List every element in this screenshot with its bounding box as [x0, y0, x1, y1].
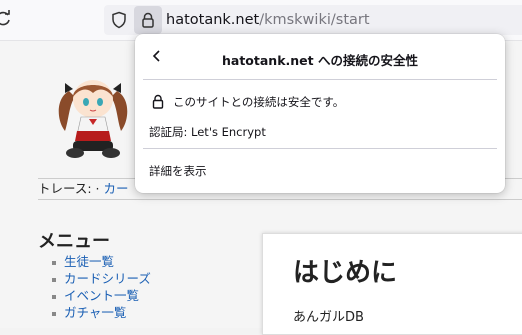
- divider: [143, 79, 497, 80]
- more-info-button[interactable]: 詳細を表示: [149, 163, 207, 179]
- trace-label: トレース: ·: [38, 181, 100, 196]
- shield-icon[interactable]: [110, 11, 128, 29]
- site-security-button[interactable]: [134, 6, 162, 34]
- url-host: hatotank.net: [166, 12, 260, 28]
- site-logo-character[interactable]: [55, 69, 131, 161]
- main-content: はじめに あんガルDB: [262, 233, 522, 335]
- intro-text: あんガルDB: [293, 310, 364, 325]
- trace-link[interactable]: カー: [104, 181, 129, 196]
- panel-title: hatotank.net への接続の安全性: [222, 53, 418, 68]
- secure-message: このサイトとの接続は安全です。: [173, 95, 345, 109]
- menu-title: メニュー: [38, 231, 110, 252]
- menu-item-events[interactable]: イベント一覧: [52, 287, 151, 304]
- connection-security-panel: hatotank.net への接続の安全性 このサイトとの接続は安全です。 認証…: [135, 34, 505, 193]
- menu-item-students[interactable]: 生徒一覧: [52, 253, 151, 270]
- url-text[interactable]: hatotank.net/kmskwiki/start: [166, 11, 370, 29]
- menu-item-card-series[interactable]: カードシリーズ: [52, 270, 151, 287]
- url-path: /kmskwiki/start: [259, 12, 370, 28]
- reload-icon[interactable]: [0, 8, 14, 30]
- menu-list: 生徒一覧 カードシリーズ イベント一覧 ガチャ一覧: [52, 253, 151, 321]
- divider: [143, 148, 497, 149]
- page-title: はじめに: [293, 258, 398, 288]
- lock-icon: [142, 12, 154, 28]
- address-bar[interactable]: hatotank.net/kmskwiki/start: [104, 5, 522, 35]
- menu-item-gacha[interactable]: ガチャ一覧: [52, 304, 151, 321]
- lock-icon: [151, 94, 165, 112]
- issuer-text: 認証局: Let's Encrypt: [149, 125, 266, 139]
